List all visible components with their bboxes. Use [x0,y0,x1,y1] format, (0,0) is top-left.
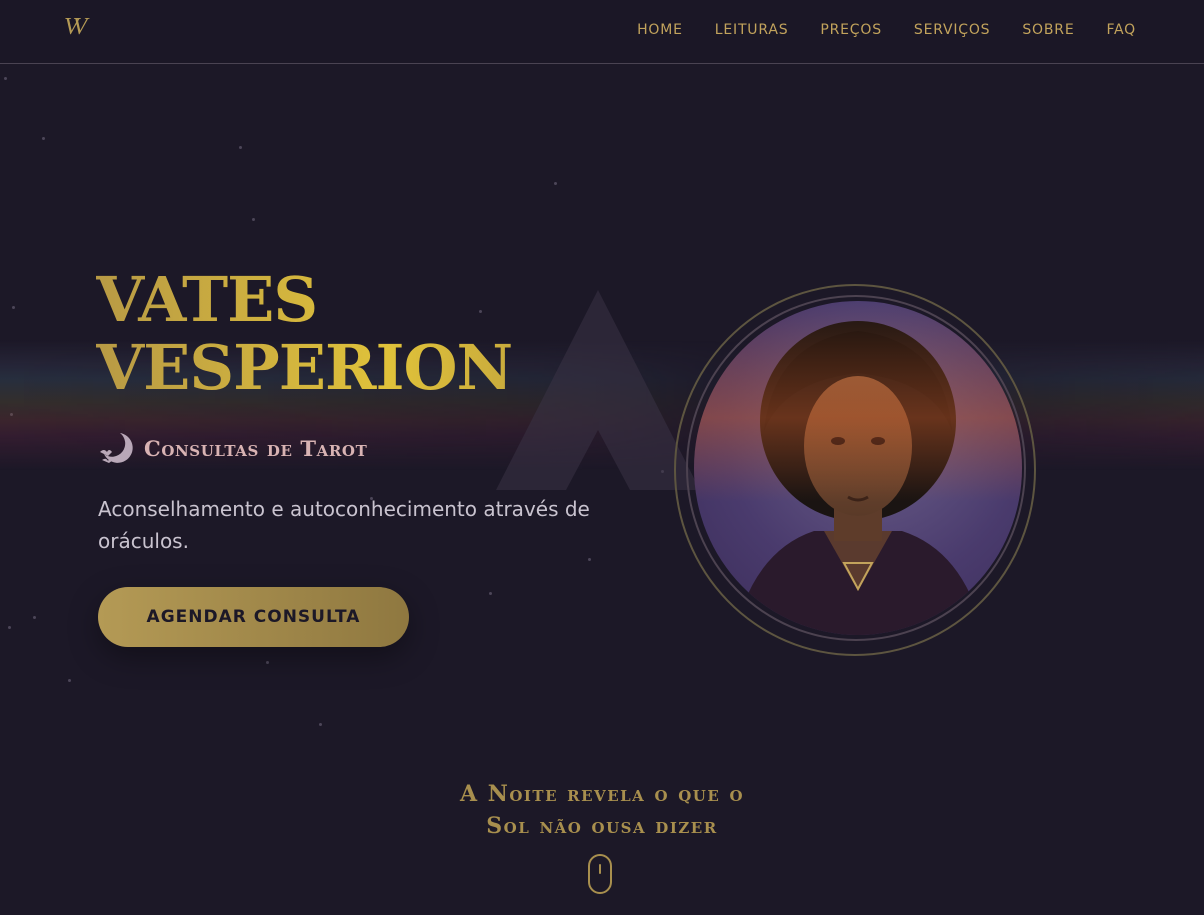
hero-title: VATES VESPERION [96,266,512,402]
star [68,679,71,682]
portrait-illustration [694,301,1022,635]
hero-title-line2: VESPERION [96,331,513,404]
star [33,616,36,619]
crescent-moon-bat-icon [100,433,133,463]
star [266,661,269,664]
star [239,146,242,149]
nav-item-servicos[interactable]: SERVIÇOS [914,22,990,38]
star [319,723,322,726]
book-consultation-button[interactable]: AGENDAR CONSULTA [98,587,409,647]
nav-item-precos[interactable]: PREÇOS [820,22,882,38]
nav-item-leituras[interactable]: LEITURAS [715,22,789,38]
star [8,626,11,629]
nav-item-home[interactable]: HOME [637,22,683,38]
star [4,77,7,80]
tagline-line2: Sol não ousa dizer [486,813,718,839]
nav-item-sobre[interactable]: SOBRE [1022,22,1074,38]
star [554,182,557,185]
star [12,306,15,309]
subtitle-row: Consultas de Tarot [98,430,367,466]
mouse-scroll-icon[interactable] [588,854,612,894]
nav-links: HOME LEITURAS PREÇOS SERVIÇOS SOBRE FAQ [637,22,1136,38]
star [588,558,591,561]
navbar: VV HOME LEITURAS PREÇOS SERVIÇOS SOBRE F… [0,0,1204,64]
tagline: A Noite revela o que o Sol não ousa dize… [0,778,1204,842]
subtitle: Consultas de Tarot [144,435,368,461]
star [489,592,492,595]
star [252,218,255,221]
tagline-line1: A Noite revela o que o [459,781,745,807]
portrait-image [694,301,1022,635]
star [42,137,45,140]
hero-title-line1: VATES [96,263,318,336]
hero-description: Aconselhamento e autoconhecimento atravé… [98,497,590,553]
logo[interactable]: VV [64,14,87,41]
nav-item-faq[interactable]: FAQ [1106,22,1136,38]
